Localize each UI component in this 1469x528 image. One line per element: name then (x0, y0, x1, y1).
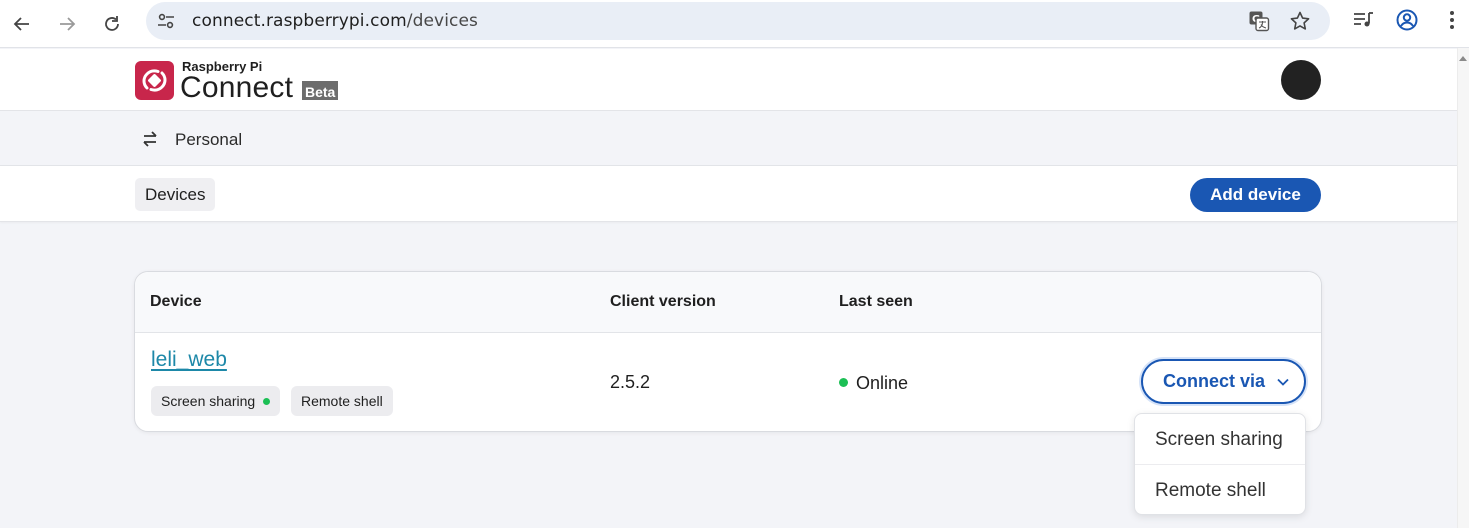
swap-arrows-icon (143, 131, 157, 147)
column-header-device: Device (150, 293, 202, 310)
table-header: Device Client version Last seen (135, 272, 1321, 333)
translate-icon[interactable]: G (1248, 10, 1270, 32)
profile-icon[interactable] (1395, 8, 1419, 32)
connect-via-label: Connect via (1163, 371, 1266, 391)
page-scrollbar[interactable] (1457, 48, 1469, 528)
online-dot-icon (263, 398, 271, 405)
scroll-up-arrow-icon[interactable] (1459, 56, 1467, 61)
connect-logo-icon[interactable] (135, 61, 174, 100)
user-avatar[interactable] (1281, 60, 1321, 100)
devices-table: Device Client version Last seen leli_web… (134, 271, 1322, 432)
beta-badge: Beta (302, 81, 339, 100)
capability-chip-screen-sharing: Screen sharing (151, 386, 281, 416)
connect-via-menu: Screen sharing Remote shell (1134, 413, 1306, 515)
site-settings-icon[interactable] (156, 11, 176, 31)
column-header-client-version: Client version (610, 293, 716, 310)
add-device-button[interactable]: Add device (1190, 178, 1321, 212)
workspace-switcher[interactable]: Personal (0, 111, 1457, 166)
app-header: Raspberry Pi Connect Beta (0, 49, 1457, 111)
back-arrow-icon[interactable] (4, 6, 40, 42)
chip-label: Screen sharing (161, 393, 256, 409)
chevron-down-icon (1277, 378, 1289, 386)
reading-list-icon[interactable] (1351, 8, 1375, 32)
device-name-link[interactable]: leli_web (151, 348, 227, 372)
capability-chip-remote-shell: Remote shell (291, 386, 393, 416)
url-text[interactable]: connect.raspberrypi.com/devices (192, 11, 478, 31)
connect-via-button[interactable]: Connect via (1141, 359, 1306, 404)
bookmark-star-icon[interactable] (1289, 10, 1311, 32)
menu-item-remote-shell[interactable]: Remote shell (1135, 465, 1305, 516)
menu-item-screen-sharing[interactable]: Screen sharing (1135, 414, 1305, 465)
column-header-last-seen: Last seen (839, 293, 913, 310)
browser-toolbar: connect.raspberrypi.com/devices G (0, 0, 1469, 48)
last-seen-status: Online (856, 373, 909, 393)
online-status-dot-icon (839, 378, 848, 387)
workspace-name: Personal (175, 130, 243, 149)
menu-dots-icon[interactable] (1440, 8, 1464, 32)
chip-label: Remote shell (301, 393, 383, 409)
address-bar[interactable]: connect.raspberrypi.com/devices G (146, 2, 1330, 40)
client-version: 2.5.2 (610, 372, 651, 392)
url-host: connect.raspberrypi.com (192, 11, 407, 31)
tab-devices[interactable]: Devices (135, 178, 216, 211)
brand-name-large: Connect (180, 71, 294, 104)
tabs-bar: Devices Add device (0, 166, 1457, 222)
url-path: /devices (406, 11, 478, 31)
reload-icon[interactable] (94, 6, 130, 42)
forward-arrow-icon[interactable] (49, 6, 85, 42)
